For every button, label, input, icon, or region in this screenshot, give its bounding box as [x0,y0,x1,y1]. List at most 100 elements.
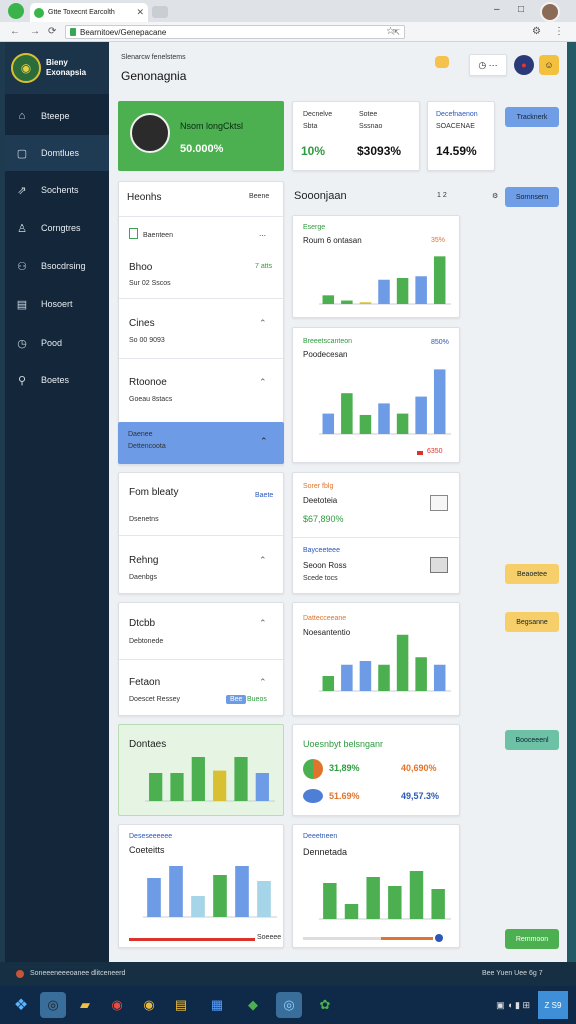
card-link[interactable]: Baete [255,492,273,499]
breakdown-title: Uoesnbyt belsnganr [303,739,384,749]
chart-bar [341,393,353,434]
extensions-icon[interactable]: ⚙ [532,26,541,37]
chart-bar [359,661,372,691]
clock-icon: ◷ [17,337,27,350]
browser-tab[interactable]: Gtte Toxecnt Earcolth ✕ [30,3,148,22]
legend-swatch [417,451,423,455]
avatar[interactable] [540,2,560,22]
sidebar-item-8[interactable]: ⚲ Boetes [5,362,109,398]
chart-card: Eserge Roum 6 ontasan 35% [292,215,460,318]
chrome-icon[interactable]: ◎ [40,992,66,1018]
sidebar-item-3[interactable]: ⇗ Sochents [5,172,109,208]
chevron-up-icon[interactable]: ⌃ [259,677,267,688]
windows-icon[interactable]: ❖ [8,992,34,1018]
menu-icon[interactable]: ⋮ [554,26,564,37]
sidebar-item-5[interactable]: ⚇ Bsocdrsing [5,248,109,284]
list-header-action[interactable]: Beene [249,193,269,200]
summary-card: Sorer fblg Deetoteia $67,890% Bayceeteee… [292,472,460,594]
chevron-up-icon[interactable]: ⌃ [259,618,267,629]
stat-card-2: Decefnaenon SOACENAE 14.59% [427,101,495,171]
chrome-icon[interactable]: ◎ [276,992,302,1018]
profile-card[interactable]: Nsom longCktsl 50.000% [118,101,284,171]
back-arrow-icon[interactable]: ← [10,26,20,37]
checkbox-icon[interactable] [129,228,138,239]
user-menu-button[interactable]: ☺ [539,55,559,75]
scrollbar-track[interactable] [567,42,576,962]
sort-button[interactable]: Sornnsern [505,187,559,207]
chevron-up-icon[interactable]: ⌃ [260,436,268,447]
more-icon[interactable]: ⋯ [259,232,266,240]
breakdown-pct: 51.69% [329,791,360,801]
app-icon [8,3,24,19]
action-button-yellow[interactable]: Begsanne [505,612,559,632]
chart-title: Roum 6 ontasan [303,236,362,245]
sidebar-item-6[interactable]: ▤ Hosoert [5,286,109,322]
chrome-icon[interactable]: ◉ [104,992,130,1018]
action-button-green[interactable]: Remmoon [505,929,559,949]
list-item-sub: Sur 02 Sscos [129,280,171,287]
tab-close-icon[interactable]: ✕ [136,7,144,18]
maximize-button[interactable]: □ [518,4,524,15]
settings-icon[interactable]: ✿ [312,992,338,1018]
chrome-icon[interactable]: ◉ [136,992,162,1018]
chevron-up-icon[interactable]: ⌃ [259,377,267,388]
chart-bar [257,881,271,917]
sidebar-item-4[interactable]: ♙ Corngtres [5,210,109,246]
notification-icon[interactable] [435,56,449,68]
chart-card: Breeetscanteon Poodecesan 850% 6350 [292,327,460,463]
notes-icon[interactable]: ▤ [168,992,194,1018]
document-icon[interactable] [430,495,448,511]
action-button-teal[interactable]: Booceeenl [505,730,559,750]
gear-icon[interactable]: ⚙ [492,192,498,200]
chart-bar [213,875,227,917]
chart-bar [170,773,184,801]
card-sub: Doescet Ressey [129,696,180,703]
clock-icon[interactable]: ◷ ⋯ [469,54,507,76]
stat-label: Sbta [303,123,318,130]
progress-handle[interactable] [435,934,443,942]
chart-bar [191,896,205,917]
list-item-title: Cines [129,318,155,329]
gem-icon[interactable]: ◆ [240,992,266,1018]
table-icon[interactable] [430,557,448,573]
chart-bar [396,634,409,691]
profile-value: 50.000% [180,143,224,155]
sidebar-item-2[interactable]: ▢ Domtlues [5,135,109,171]
card-title: Rehng [129,555,159,566]
url-field[interactable]: Bearnitoev/Genepacane ⇱ [65,25,405,39]
new-tab-button[interactable] [152,6,168,18]
sidebar-item-label: Bteepe [41,111,70,121]
list-item-sub: Dettencoota [128,443,166,450]
chart-bar [378,403,390,434]
chart-green [145,757,275,802]
chevron-up-icon[interactable]: ⌃ [259,318,267,329]
folder-icon[interactable]: ▰ [72,992,98,1018]
stat-card-1: Decnelve Sotee Sbta Sssnao 10% $3093% [292,101,420,171]
action-button-yellow[interactable]: Beaoetee [505,564,559,584]
list-item-selected[interactable]: Daenee Dettencoota ⌃ [118,422,284,464]
chevron-up-icon[interactable]: ⌃ [259,555,267,566]
list-item-sub: Goeau 8stacs [129,396,173,403]
chart-bar [255,773,269,801]
pager[interactable]: 1 2 [437,192,447,199]
reload-icon[interactable]: ⟳ [48,26,56,37]
url-text: Bearnitoev/Genepacane [80,27,167,37]
sidebar-item-7[interactable]: ◷ Pood [5,325,109,361]
clock-time[interactable]: Z S9 [538,991,568,1019]
chart-bar [359,414,372,434]
bookmark-star-icon[interactable]: ☆ [386,26,395,37]
chart-bottom-mid [319,871,451,920]
sidebar-item-1[interactable]: ⌂ Bteepe [5,98,109,134]
track-button[interactable]: Tracknerk [505,107,559,127]
chart-bar [149,773,163,801]
people-icon: ⚇ [17,260,27,273]
section-title: Sooonjaan [294,190,347,202]
chart-label: Deeetneen [303,833,338,840]
calendar-icon[interactable]: ▦ [204,992,230,1018]
forward-arrow-icon[interactable]: → [30,26,40,37]
tray-icons[interactable]: ▣ ◖ ▮ ⊞ [496,1000,530,1011]
chart-bar [433,369,446,434]
pie-icon [303,759,323,779]
flag-icon[interactable]: ● [514,55,534,75]
minimize-button[interactable]: – [494,4,500,15]
